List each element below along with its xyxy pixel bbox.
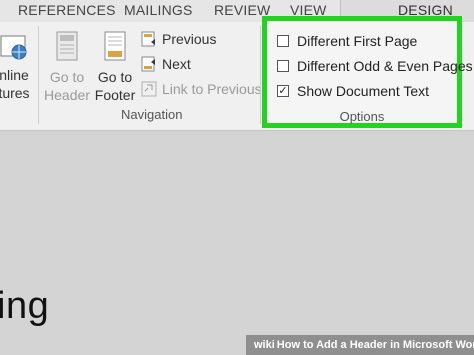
previous-icon (140, 30, 158, 48)
online-pictures-icon (0, 32, 29, 62)
ribbon-separator (38, 26, 39, 124)
watermark-title: How to Add a Header in Microsoft Word (276, 339, 474, 351)
different-first-page-label: Different First Page (297, 33, 418, 49)
tab-references[interactable]: REFERENCES (18, 2, 116, 18)
online-pictures-button[interactable]: nline tures (0, 32, 34, 102)
checkmark-icon: ✓ (278, 85, 288, 97)
online-pictures-label-1: nline (0, 67, 29, 83)
next-icon (140, 55, 158, 73)
go-to-footer-icon (102, 30, 128, 64)
document-area[interactable] (0, 131, 474, 355)
go-to-header-label-1: Go to (49, 69, 85, 85)
tab-mailings[interactable]: MAILINGS (124, 2, 193, 18)
link-to-previous-button[interactable]: Link to Previous (140, 80, 262, 98)
watermark-caption: wiki How to Add a Header in Microsoft Wo… (246, 335, 474, 355)
go-to-header-icon (54, 30, 80, 64)
link-to-previous-label: Link to Previous (162, 81, 262, 97)
navigation-group-label: Navigation (121, 107, 183, 122)
online-pictures-label-2: tures (0, 85, 30, 101)
link-to-previous-icon (140, 80, 158, 98)
show-document-text-label: Show Document Text (297, 83, 430, 99)
different-first-page-checkbox[interactable] (277, 35, 289, 47)
different-odd-even-pages-checkbox[interactable] (277, 60, 289, 72)
show-document-text-checkbox[interactable]: ✓ (277, 85, 289, 97)
previous-label: Previous (162, 31, 217, 47)
go-to-header-label-2: Header (44, 87, 90, 103)
options-group: Different First Page Different Odd & Eve… (262, 16, 473, 128)
wikihow-logo: wiki (254, 339, 275, 351)
different-odd-even-pages-label: Different Odd & Even Pages (297, 58, 473, 74)
previous-button[interactable]: Previous (140, 30, 216, 48)
options-group-label: Options (339, 109, 385, 124)
show-document-text-option[interactable]: ✓ Show Document Text (277, 83, 429, 99)
next-button[interactable]: Next (140, 55, 191, 73)
go-to-footer-label-1: Go to (97, 69, 133, 85)
different-first-page-option[interactable]: Different First Page (277, 33, 417, 49)
next-label: Next (162, 56, 191, 72)
go-to-footer-button[interactable]: Go to Footer (93, 30, 137, 104)
go-to-footer-label-2: Footer (94, 87, 136, 103)
different-odd-even-pages-option[interactable]: Different Odd & Even Pages (277, 58, 473, 74)
ribbon-separator (260, 26, 261, 124)
document-partial-text: ing (0, 285, 50, 327)
go-to-header-button[interactable]: Go to Header (44, 30, 90, 104)
